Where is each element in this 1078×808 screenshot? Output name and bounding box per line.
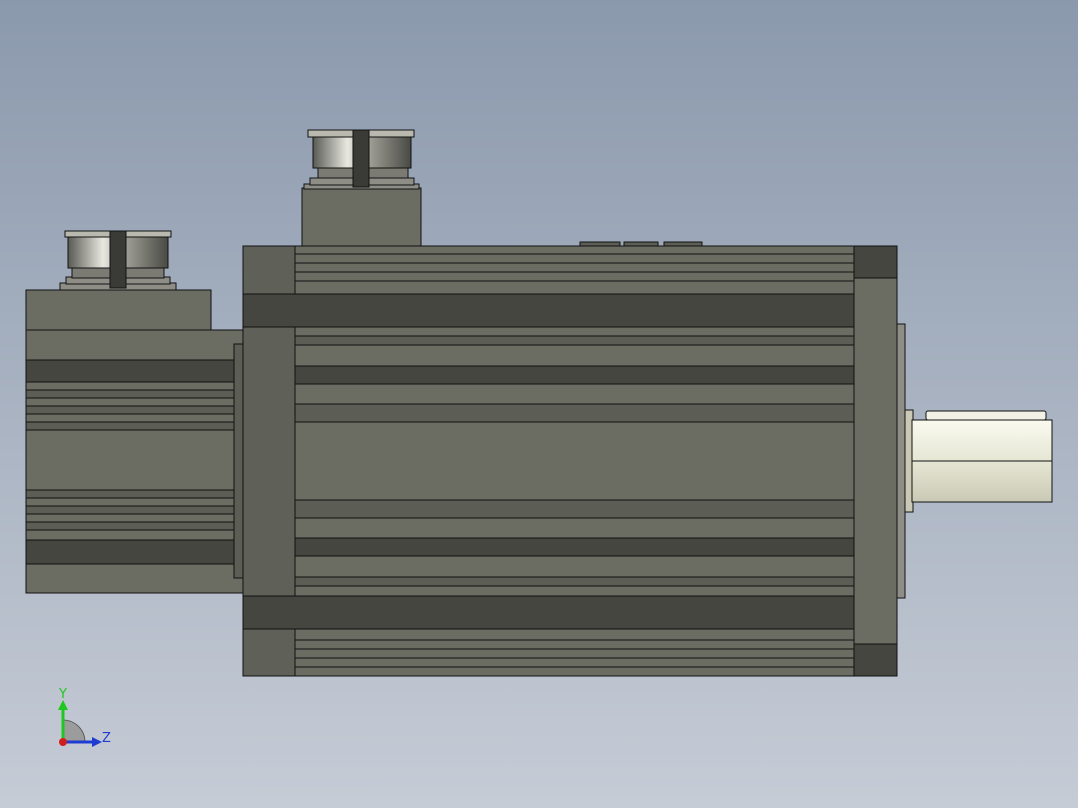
front-flange	[853, 245, 906, 677]
encoder-connector	[59, 230, 177, 291]
z-axis-label: Z	[102, 731, 111, 746]
cad-graphics-viewport[interactable]: Y Z	[0, 0, 1078, 808]
power-connector	[301, 129, 422, 247]
encoder-housing	[25, 289, 244, 594]
y-axis-label: Y	[59, 687, 67, 702]
output-shaft	[904, 409, 1053, 513]
axis-triad: Y Z	[50, 684, 120, 754]
servo-motor-model[interactable]	[0, 0, 1078, 808]
motor-body	[242, 241, 855, 677]
